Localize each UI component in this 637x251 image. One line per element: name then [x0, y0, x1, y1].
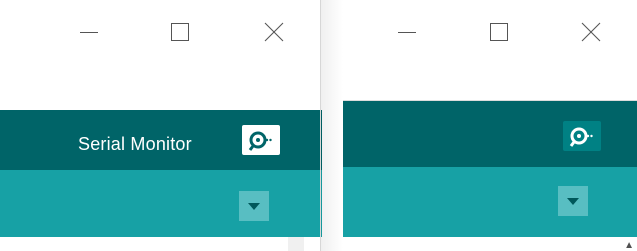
- ide-window-left: Serial Monitor: [0, 0, 322, 251]
- tab-menu-dropdown-button[interactable]: [239, 191, 269, 221]
- maximize-icon: [490, 23, 508, 41]
- maximize-button[interactable]: [160, 12, 200, 52]
- dropdown-arrow-icon: [567, 198, 579, 205]
- close-button[interactable]: [254, 12, 294, 52]
- tab-bar: [343, 167, 637, 237]
- minimize-button[interactable]: [69, 12, 109, 52]
- minimize-icon: [80, 32, 98, 33]
- window-shadow: [321, 0, 343, 251]
- minimize-icon: [398, 32, 416, 33]
- title-bar: [343, 0, 637, 70]
- title-bar: [0, 0, 322, 70]
- serial-monitor-label: Serial Monitor: [78, 134, 192, 154]
- close-button[interactable]: [571, 12, 611, 52]
- menu-bar: [0, 70, 322, 108]
- close-icon: [581, 22, 601, 42]
- vertical-scrollbar[interactable]: [288, 237, 304, 251]
- tab-menu-dropdown-button[interactable]: [558, 186, 588, 216]
- maximize-icon: [171, 23, 189, 41]
- serial-monitor-icon: [569, 127, 593, 147]
- serial-monitor-button[interactable]: [563, 121, 601, 151]
- minimize-button[interactable]: [387, 12, 427, 52]
- ide-window-right: ▲: [343, 0, 637, 251]
- serial-monitor-button[interactable]: [242, 125, 280, 155]
- editor-area: [343, 237, 637, 251]
- serial-monitor-icon: [248, 131, 272, 151]
- maximize-button[interactable]: [479, 12, 519, 52]
- close-icon: [264, 22, 284, 42]
- editor-area: [0, 237, 322, 251]
- tab-bar: [0, 170, 322, 237]
- scroll-up-arrow-icon[interactable]: ▲: [624, 241, 634, 251]
- dropdown-arrow-icon: [248, 203, 260, 210]
